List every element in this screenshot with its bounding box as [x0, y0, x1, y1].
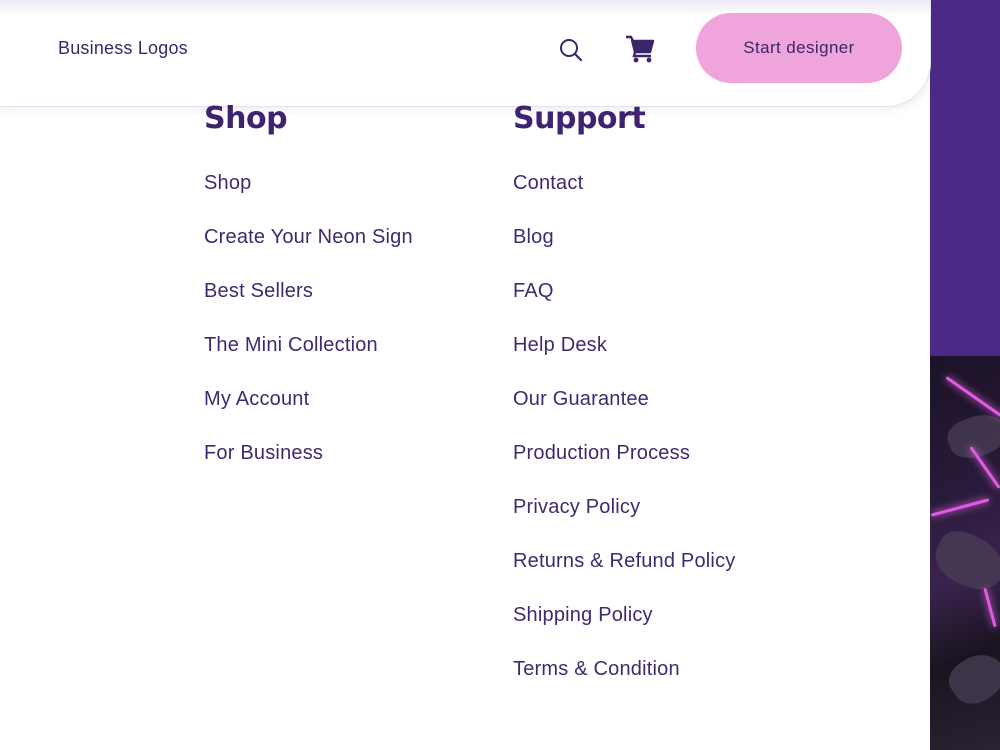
background-neon-photo: [930, 356, 1000, 750]
search-icon[interactable]: [558, 37, 584, 63]
list-item: Shop: [204, 168, 413, 222]
photo-leaf: [942, 644, 1000, 713]
list-item: Privacy Policy: [513, 492, 735, 546]
shop-links: Shop Create Your Neon Sign Best Sellers …: [204, 168, 413, 492]
list-item: Best Sellers: [204, 276, 413, 330]
list-item: FAQ: [513, 276, 735, 330]
list-item: My Account: [204, 384, 413, 438]
shop-link-shop[interactable]: Shop: [204, 172, 252, 194]
list-item: Blog: [513, 222, 735, 276]
nav-link-business-logos[interactable]: Business Logos: [58, 38, 188, 59]
support-link-terms-condition[interactable]: Terms & Condition: [513, 658, 680, 680]
photo-neon-streak: [983, 587, 997, 628]
support-link-faq[interactable]: FAQ: [513, 280, 554, 302]
support-link-blog[interactable]: Blog: [513, 226, 554, 248]
list-item: The Mini Collection: [204, 330, 413, 384]
photo-leaf: [942, 406, 1000, 466]
cart-icon[interactable]: [624, 34, 656, 64]
list-item: Help Desk: [513, 330, 735, 384]
shop-column: Shop Shop Create Your Neon Sign Best Sel…: [204, 98, 413, 492]
support-link-returns-refund[interactable]: Returns & Refund Policy: [513, 550, 735, 572]
list-item: For Business: [204, 438, 413, 492]
support-heading: Support: [513, 101, 646, 136]
list-item: Production Process: [513, 438, 735, 492]
support-column: Support Contact Blog FAQ Help Desk Our G…: [513, 98, 735, 708]
support-link-shipping-policy[interactable]: Shipping Policy: [513, 604, 653, 626]
support-link-our-guarantee[interactable]: Our Guarantee: [513, 388, 649, 410]
shop-link-mini-collection[interactable]: The Mini Collection: [204, 334, 378, 356]
support-link-contact[interactable]: Contact: [513, 172, 583, 194]
list-item: Returns & Refund Policy: [513, 546, 735, 600]
shop-heading: Shop: [204, 101, 288, 136]
support-link-production-process[interactable]: Production Process: [513, 442, 690, 464]
shop-link-my-account[interactable]: My Account: [204, 388, 309, 410]
list-item: Our Guarantee: [513, 384, 735, 438]
support-links: Contact Blog FAQ Help Desk Our Guarantee…: [513, 168, 735, 708]
support-link-help-desk[interactable]: Help Desk: [513, 334, 607, 356]
list-item: Terms & Condition: [513, 654, 735, 708]
menu-panel: Business Logos Start designer Shop Shop …: [0, 0, 931, 750]
photo-leaf: [930, 523, 1000, 599]
list-item: Shipping Policy: [513, 600, 735, 654]
photo-neon-streak: [945, 376, 1000, 419]
support-link-privacy-policy[interactable]: Privacy Policy: [513, 496, 640, 518]
shop-link-for-business[interactable]: For Business: [204, 442, 323, 464]
photo-neon-streak: [930, 498, 990, 517]
shop-link-create-neon-sign[interactable]: Create Your Neon Sign: [204, 226, 413, 248]
shop-link-best-sellers[interactable]: Best Sellers: [204, 280, 313, 302]
list-item: Contact: [513, 168, 735, 222]
start-designer-button[interactable]: Start designer: [696, 13, 902, 83]
list-item: Create Your Neon Sign: [204, 222, 413, 276]
